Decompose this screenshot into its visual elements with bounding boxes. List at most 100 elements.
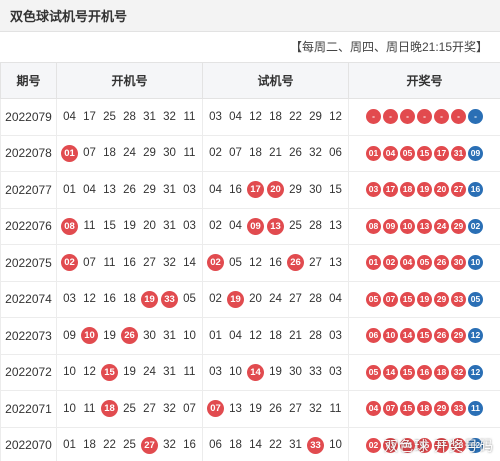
kaiji-number-hit: 18	[101, 400, 118, 418]
blue-ball: 11	[468, 401, 483, 417]
shiji-cell: 03 04 12 18 22 29 12	[202, 98, 349, 136]
red-ball: 18	[417, 401, 432, 417]
red-ball: 29	[451, 218, 466, 234]
shiji-number: 19	[269, 366, 282, 379]
kaiji-number: 20	[143, 220, 156, 233]
shiji-cell: 01 04 12 18 21 28 03	[202, 317, 349, 355]
issue-number: 2022071	[0, 390, 57, 428]
red-ball: -	[417, 109, 432, 125]
red-ball: 02	[366, 437, 381, 453]
kaiji-number: 07	[183, 402, 196, 415]
issue-number: 2022070	[0, 426, 57, 461]
shiji-number: 02	[209, 220, 222, 233]
red-ball: 05	[400, 145, 415, 161]
shiji-number: 27	[289, 402, 302, 415]
kaiji-number: 19	[123, 366, 136, 379]
draw-result-cell: 01 02 04 05 26 30 10	[348, 244, 500, 282]
kaiji-number: 27	[143, 256, 156, 269]
kaiji-cell: 03 12 16 18 19 33 05	[56, 280, 203, 318]
shiji-number: 28	[309, 329, 322, 342]
shiji-number: 04	[209, 183, 222, 196]
table-header-row: 期号 开机号 试机号 开奖号	[0, 62, 500, 99]
shiji-number: 13	[329, 256, 342, 269]
shiji-number: 25	[289, 220, 302, 233]
kaiji-number: 29	[143, 147, 156, 160]
red-ball: 26	[434, 328, 449, 344]
shiji-number: 12	[249, 110, 262, 123]
kaiji-number-hit: 01	[61, 144, 78, 162]
shiji-number: 02	[209, 147, 222, 160]
kaiji-number: 11	[83, 220, 96, 233]
kaiji-number: 25	[103, 110, 116, 123]
kaiji-number-hit: 10	[81, 327, 98, 345]
red-ball: 20	[434, 182, 449, 198]
red-ball: 15	[400, 364, 415, 380]
kaiji-cell: 10 11 18 25 27 32 07	[56, 390, 203, 428]
shiji-number-hit: 14	[247, 363, 264, 381]
kaiji-number: 19	[103, 329, 116, 342]
shiji-number: 12	[249, 256, 262, 269]
kaiji-number: 13	[103, 183, 116, 196]
red-ball: 18	[434, 364, 449, 380]
red-ball: -	[383, 109, 398, 125]
red-ball: 26	[434, 255, 449, 271]
red-ball: 08	[366, 218, 381, 234]
kaiji-number-hit: 26	[121, 327, 138, 345]
red-ball: 10	[400, 218, 415, 234]
red-ball: 19	[417, 182, 432, 198]
kaiji-number: 31	[143, 110, 156, 123]
kaiji-cell: 01 04 13 26 29 31 03	[56, 171, 203, 209]
kaiji-number: 24	[143, 366, 156, 379]
kaiji-number: 18	[103, 147, 116, 160]
kaiji-number: 18	[123, 293, 136, 306]
red-ball: 18	[400, 182, 415, 198]
shiji-number: 18	[269, 329, 282, 342]
red-ball: -	[451, 109, 466, 125]
kaiji-number: 31	[163, 329, 176, 342]
shiji-number: 18	[269, 110, 282, 123]
blue-ball: 10	[468, 255, 483, 271]
red-ball: 24	[434, 218, 449, 234]
blue-ball: 02	[468, 218, 483, 234]
red-ball: 27	[451, 182, 466, 198]
draw-schedule-note: 【每周二、周四、周日晚21:15开奖】	[289, 40, 488, 54]
draw-result-cell: 06 10 14 15 26 29 12	[348, 317, 500, 355]
red-ball: 05	[366, 364, 381, 380]
red-ball: 03	[366, 182, 381, 198]
shiji-number-hit: 07	[207, 400, 224, 418]
kaiji-number: 11	[183, 366, 196, 379]
shiji-cell: 03 10 14 19 30 33 03	[202, 353, 349, 391]
table-row: 2022075 02 07 11 16 27 32 14 02 05 12 16 26 27 13 01 02 0…	[0, 244, 500, 282]
red-ball: 14	[400, 328, 415, 344]
kaiji-number: 31	[163, 366, 176, 379]
shiji-number: 03	[209, 110, 222, 123]
table-row: 2022077 01 04 13 26 29 31 03 04 16 17 20 29 30 15 03 17 1…	[0, 171, 500, 209]
red-ball: 33	[451, 401, 466, 417]
red-ball: 04	[400, 255, 415, 271]
kaiji-number: 09	[63, 329, 76, 342]
red-ball: 29	[434, 401, 449, 417]
red-ball: 04	[366, 401, 381, 417]
shiji-number: 03	[329, 366, 342, 379]
shiji-number: 07	[229, 147, 242, 160]
kaiji-number: 16	[123, 256, 136, 269]
red-ball: -	[400, 109, 415, 125]
red-ball: 15	[417, 328, 432, 344]
shiji-number: 29	[289, 183, 302, 196]
shiji-number: 13	[329, 220, 342, 233]
kaiji-number-hit: 15	[101, 363, 118, 381]
red-ball: 06	[366, 328, 381, 344]
kaiji-number: 10	[183, 329, 196, 342]
kaiji-number: 22	[103, 439, 116, 452]
shiji-number: 10	[229, 366, 242, 379]
shiji-number: 15	[329, 183, 342, 196]
shiji-cell: 06 18 14 22 31 33 10	[202, 426, 349, 461]
red-ball: 02	[383, 255, 398, 271]
shiji-number-hit: 26	[287, 254, 304, 272]
kaiji-number: 01	[63, 183, 76, 196]
kaiji-number: 19	[123, 220, 136, 233]
shiji-number: 04	[229, 220, 242, 233]
blue-ball: 12	[468, 328, 483, 344]
shiji-number: 27	[289, 293, 302, 306]
blue-ball: -	[468, 109, 483, 125]
